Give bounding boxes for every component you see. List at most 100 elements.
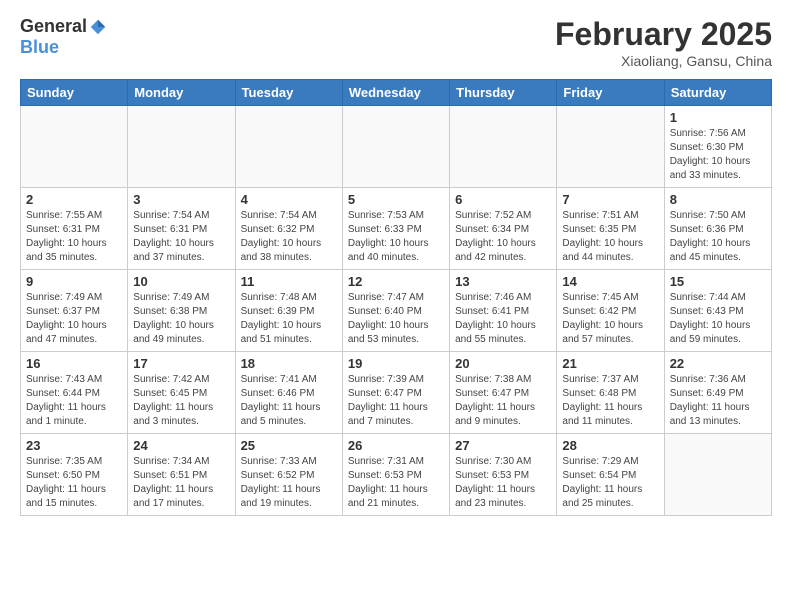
day-info: Sunrise: 7:54 AM Sunset: 6:32 PM Dayligh… [241, 209, 337, 265]
day-info: Sunrise: 7:56 AM Sunset: 6:30 PM Dayligh… [670, 127, 766, 183]
day-number: 5 [348, 192, 444, 207]
day-number: 17 [133, 356, 229, 371]
calendar-table: Sunday Monday Tuesday Wednesday Thursday… [20, 79, 772, 516]
calendar-cell: 17 Sunrise: 7:42 AM Sunset: 6:45 PM Dayli… [128, 352, 235, 434]
calendar-cell: 14Sunrise: 7:45 AM Sunset: 6:42 PM Dayli… [557, 270, 664, 352]
day-number: 15 [670, 274, 766, 289]
calendar-cell: 22 Sunrise: 7:36 AM Sunset: 6:49 PM Dayli… [664, 352, 771, 434]
logo-blue-text: Blue [20, 37, 59, 58]
day-info: Sunrise: 7:51 AM Sunset: 6:35 PM Dayligh… [562, 209, 658, 265]
day-info: Sunrise: 7:42 AM Sunset: 6:45 PM Dayligh… [133, 373, 229, 429]
day-number: 19 [348, 356, 444, 371]
day-number: 25 [241, 438, 337, 453]
calendar-week-row-4: 23Sunrise: 7:35 AM Sunset: 6:50 PM Dayli… [21, 434, 772, 516]
day-info: Sunrise: 7:50 AM Sunset: 6:36 PM Dayligh… [670, 209, 766, 265]
calendar-cell: 20Sunrise: 7:38 AM Sunset: 6:47 PM Dayli… [450, 352, 557, 434]
day-number: 4 [241, 192, 337, 207]
day-number: 28 [562, 438, 658, 453]
day-info: Sunrise: 7:41 AM Sunset: 6:46 PM Dayligh… [241, 373, 337, 429]
day-info: Sunrise: 7:49 AM Sunset: 6:38 PM Dayligh… [133, 291, 229, 347]
day-number: 1 [670, 110, 766, 125]
day-number: 20 [455, 356, 551, 371]
month-title: February 2025 [555, 16, 772, 53]
calendar-cell: 4 Sunrise: 7:54 AM Sunset: 6:32 PM Daylig… [235, 188, 342, 270]
header: General Blue February 2025 Xiaoliang, Ga… [20, 16, 772, 69]
calendar-cell: 18 Sunrise: 7:41 AM Sunset: 6:46 PM Dayli… [235, 352, 342, 434]
calendar-cell: 6 Sunrise: 7:52 AM Sunset: 6:34 PM Daylig… [450, 188, 557, 270]
day-number: 27 [455, 438, 551, 453]
day-info: Sunrise: 7:33 AM Sunset: 6:52 PM Dayligh… [241, 455, 337, 511]
calendar-cell [450, 106, 557, 188]
calendar-cell: 10Sunrise: 7:49 AM Sunset: 6:38 PM Dayli… [128, 270, 235, 352]
day-number: 26 [348, 438, 444, 453]
day-number: 9 [26, 274, 122, 289]
calendar-cell [128, 106, 235, 188]
logo-general-text: General [20, 16, 87, 37]
calendar-cell [342, 106, 449, 188]
col-monday: Monday [128, 80, 235, 106]
calendar-cell: 12 Sunrise: 7:47 AM Sunset: 6:40 PM Dayli… [342, 270, 449, 352]
calendar-cell: 2 Sunrise: 7:55 AM Sunset: 6:31 PM Daylig… [21, 188, 128, 270]
logo-icon [89, 18, 107, 36]
calendar-cell: 7 Sunrise: 7:51 AM Sunset: 6:35 PM Daylig… [557, 188, 664, 270]
calendar-week-row-1: 2 Sunrise: 7:55 AM Sunset: 6:31 PM Daylig… [21, 188, 772, 270]
page-container: General Blue February 2025 Xiaoliang, Ga… [0, 0, 792, 526]
day-info: Sunrise: 7:37 AM Sunset: 6:48 PM Dayligh… [562, 373, 658, 429]
day-number: 21 [562, 356, 658, 371]
calendar-cell: 24Sunrise: 7:34 AM Sunset: 6:51 PM Dayli… [128, 434, 235, 516]
calendar-body: 1 Sunrise: 7:56 AM Sunset: 6:30 PM Daylig… [21, 106, 772, 516]
day-number: 2 [26, 192, 122, 207]
day-info: Sunrise: 7:55 AM Sunset: 6:31 PM Dayligh… [26, 209, 122, 265]
title-block: February 2025 Xiaoliang, Gansu, China [555, 16, 772, 69]
col-sunday: Sunday [21, 80, 128, 106]
day-info: Sunrise: 7:47 AM Sunset: 6:40 PM Dayligh… [348, 291, 444, 347]
calendar-week-row-2: 9 Sunrise: 7:49 AM Sunset: 6:37 PM Daylig… [21, 270, 772, 352]
day-info: Sunrise: 7:52 AM Sunset: 6:34 PM Dayligh… [455, 209, 551, 265]
calendar-cell: 5 Sunrise: 7:53 AM Sunset: 6:33 PM Daylig… [342, 188, 449, 270]
day-number: 8 [670, 192, 766, 207]
calendar-cell [557, 106, 664, 188]
calendar-cell: 8 Sunrise: 7:50 AM Sunset: 6:36 PM Daylig… [664, 188, 771, 270]
calendar-cell: 1 Sunrise: 7:56 AM Sunset: 6:30 PM Daylig… [664, 106, 771, 188]
day-info: Sunrise: 7:30 AM Sunset: 6:53 PM Dayligh… [455, 455, 551, 511]
calendar-cell: 27 Sunrise: 7:30 AM Sunset: 6:53 PM Dayli… [450, 434, 557, 516]
day-number: 13 [455, 274, 551, 289]
day-number: 3 [133, 192, 229, 207]
calendar-cell [235, 106, 342, 188]
day-info: Sunrise: 7:36 AM Sunset: 6:49 PM Dayligh… [670, 373, 766, 429]
day-info: Sunrise: 7:39 AM Sunset: 6:47 PM Dayligh… [348, 373, 444, 429]
day-number: 22 [670, 356, 766, 371]
col-tuesday: Tuesday [235, 80, 342, 106]
day-number: 18 [241, 356, 337, 371]
col-friday: Friday [557, 80, 664, 106]
calendar-cell: 26 Sunrise: 7:31 AM Sunset: 6:53 PM Dayli… [342, 434, 449, 516]
day-info: Sunrise: 7:43 AM Sunset: 6:44 PM Dayligh… [26, 373, 122, 429]
day-number: 16 [26, 356, 122, 371]
calendar-cell: 25 Sunrise: 7:33 AM Sunset: 6:52 PM Dayli… [235, 434, 342, 516]
day-info: Sunrise: 7:53 AM Sunset: 6:33 PM Dayligh… [348, 209, 444, 265]
calendar-cell: 21 Sunrise: 7:37 AM Sunset: 6:48 PM Dayli… [557, 352, 664, 434]
day-info: Sunrise: 7:31 AM Sunset: 6:53 PM Dayligh… [348, 455, 444, 511]
calendar-cell [21, 106, 128, 188]
calendar-cell: 23Sunrise: 7:35 AM Sunset: 6:50 PM Dayli… [21, 434, 128, 516]
day-number: 7 [562, 192, 658, 207]
calendar-cell: 3 Sunrise: 7:54 AM Sunset: 6:31 PM Daylig… [128, 188, 235, 270]
logo: General Blue [20, 16, 107, 58]
calendar-cell: 11Sunrise: 7:48 AM Sunset: 6:39 PM Dayli… [235, 270, 342, 352]
day-number: 12 [348, 274, 444, 289]
calendar-cell: 9 Sunrise: 7:49 AM Sunset: 6:37 PM Daylig… [21, 270, 128, 352]
calendar-week-row-0: 1 Sunrise: 7:56 AM Sunset: 6:30 PM Daylig… [21, 106, 772, 188]
calendar-cell: 13Sunrise: 7:46 AM Sunset: 6:41 PM Dayli… [450, 270, 557, 352]
day-number: 24 [133, 438, 229, 453]
col-saturday: Saturday [664, 80, 771, 106]
day-info: Sunrise: 7:48 AM Sunset: 6:39 PM Dayligh… [241, 291, 337, 347]
calendar-cell: 19 Sunrise: 7:39 AM Sunset: 6:47 PM Dayli… [342, 352, 449, 434]
location-subtitle: Xiaoliang, Gansu, China [555, 53, 772, 69]
day-info: Sunrise: 7:54 AM Sunset: 6:31 PM Dayligh… [133, 209, 229, 265]
col-wednesday: Wednesday [342, 80, 449, 106]
calendar-week-row-3: 16 Sunrise: 7:43 AM Sunset: 6:44 PM Dayli… [21, 352, 772, 434]
day-info: Sunrise: 7:49 AM Sunset: 6:37 PM Dayligh… [26, 291, 122, 347]
day-number: 6 [455, 192, 551, 207]
day-info: Sunrise: 7:44 AM Sunset: 6:43 PM Dayligh… [670, 291, 766, 347]
col-thursday: Thursday [450, 80, 557, 106]
